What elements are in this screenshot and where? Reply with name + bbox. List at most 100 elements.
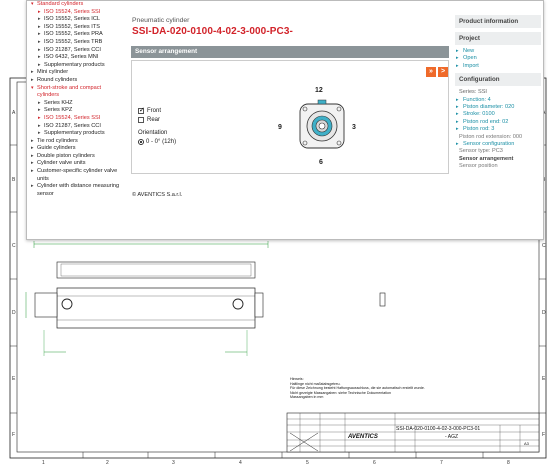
tree-item-label: ISO 15524, Series SSI — [44, 8, 101, 15]
chevron-right-icon: ▸ — [38, 99, 41, 106]
front-checkbox[interactable] — [138, 106, 145, 114]
chevron-down-icon: ▾ — [31, 84, 34, 91]
cylinder-face-icon — [299, 99, 345, 149]
config-label: Function: 4 — [463, 96, 491, 103]
chevron-right-icon: ▸ — [31, 137, 34, 144]
tree-item-series-kpz[interactable]: ▸ Series KPZ — [31, 107, 123, 115]
import-link[interactable]: ▸ Import — [455, 63, 545, 70]
chevron-right-icon: ▸ — [456, 62, 459, 69]
chevron-right-icon: ▸ — [38, 130, 41, 137]
tree-item-customer-specific[interactable]: ▸ Customer-specific cylinder valve units — [31, 168, 123, 183]
tree-item-label: ISO 21287, Series CCI — [44, 122, 101, 129]
tree-item-label: ISO 15524, Series SSI — [44, 114, 101, 121]
chevron-right-icon: ▸ — [38, 31, 41, 38]
tree-item-iso21287-cci[interactable]: ▸ ISO 21287, Series CCI — [31, 47, 123, 55]
front-label: Front — [147, 107, 162, 114]
chevron-right-icon: ▸ — [31, 69, 34, 76]
configuration-header: Configuration — [455, 73, 541, 87]
config-label: Piston rod: 3 — [463, 126, 495, 133]
open-link[interactable]: ▸ Open — [455, 55, 545, 62]
section-header: Sensor arrangement — [131, 46, 449, 58]
configuration-main: Pneumatic cylinder SSI-DA-020-0100-4-02-… — [127, 1, 451, 241]
config-rod-link[interactable]: ▸ Piston rod: 3 — [455, 126, 545, 133]
tree-item-label: Series KPZ — [44, 107, 73, 114]
chevron-right-icon: ▸ — [38, 16, 41, 23]
col-label-2: 2 — [106, 460, 109, 466]
brand-logo: AVENTICS — [348, 434, 378, 440]
chevron-right-icon: ▸ — [38, 114, 41, 121]
tree-item-distance-sensor[interactable]: ▸ Cylinder with distance measuring sensor — [31, 183, 123, 198]
product-category: Pneumatic cylinder — [132, 17, 190, 24]
tree-item-label: Tie rod cylinders — [37, 137, 78, 144]
row-label-c: C — [12, 243, 16, 249]
tree-item-round-cylinders[interactable]: ▸ Round cylinders — [31, 77, 123, 85]
chevron-right-icon: ▸ — [456, 141, 459, 148]
sensor-arrangement-current: Sensor arrangement — [459, 155, 514, 162]
next-button[interactable]: > — [438, 67, 448, 77]
tree-item-cylinder-valve-units[interactable]: ▸ Cylinder valve units — [31, 160, 123, 168]
col-label-3: 3 — [172, 460, 175, 466]
front-option[interactable]: Front — [138, 106, 176, 115]
rear-label: Rear — [147, 116, 161, 123]
rod-extension-value: Piston rod extension: 000 — [459, 133, 523, 140]
orientation-option[interactable]: 0 - 0° (12h) — [138, 137, 176, 146]
tree-item-short-stroke[interactable]: ▾ Short-stroke and compact cylinders — [31, 85, 123, 100]
tree-item-label: Cylinder with distance measuring sensor — [37, 183, 120, 197]
tree-item-iso21287-cci-2[interactable]: ▸ ISO 21287, Series CCI — [31, 123, 123, 131]
tree-item-iso15552-trb[interactable]: ▸ ISO 15552, Series TRB — [31, 39, 123, 47]
row-label-d: D — [12, 310, 16, 316]
tree-item-tie-rod[interactable]: ▸ Tie rod cylinders — [31, 138, 123, 146]
config-label: Stroke: 0100 — [463, 111, 495, 118]
rear-checkbox[interactable] — [138, 116, 144, 123]
skip-forward-button[interactable]: » — [426, 67, 436, 77]
product-info-header[interactable]: Product information — [455, 15, 541, 28]
tree-item-supplementary[interactable]: ▸ Supplementary products — [31, 62, 123, 70]
tree-item-standard-cylinders[interactable]: ▾ Standard cylinders — [31, 1, 123, 9]
chevron-right-icon: ▸ — [38, 8, 41, 15]
tree-item-guide-cylinders[interactable]: ▸ Guide cylinders — [31, 145, 123, 153]
orientation-label: Orientation — [138, 129, 168, 136]
row-label-a: A — [12, 110, 16, 116]
product-tree: ▾ Standard cylinders ▸ ISO 15524, Series S… — [31, 1, 123, 241]
tree-item-supplementary-2[interactable]: ▸ Supplementary products — [31, 130, 123, 138]
sensor-config-link[interactable]: ▸ Sensor configuration — [455, 141, 545, 148]
config-function-link[interactable]: ▸ Function: 4 — [455, 97, 545, 104]
tree-item-label: ISO 21287, Series CCI — [44, 46, 101, 53]
new-label: New — [463, 48, 475, 54]
chevron-right-icon: ▸ — [31, 145, 34, 152]
config-label: Piston diameter: 020 — [463, 104, 515, 111]
chevron-right-icon: ▸ — [38, 23, 41, 30]
config-diameter-link[interactable]: ▸ Piston diameter: 020 — [455, 104, 545, 111]
tree-item-label: Mini cylinder — [37, 69, 69, 76]
project-header: Project — [455, 32, 541, 45]
tree-item-label: ISO 15552, Series ICL — [44, 16, 100, 23]
rear-option[interactable]: Rear — [138, 115, 176, 124]
configuration-list: Series: SSI ▸ Function: 4 ▸ Piston diamete… — [455, 86, 545, 170]
tree-item-iso15552-its[interactable]: ▸ ISO 15552, Series ITS — [31, 24, 123, 32]
chevron-right-icon: ▸ — [38, 46, 41, 53]
tree-item-label: ISO 6432, Series MNI — [44, 54, 99, 61]
tree-item-double-piston[interactable]: ▸ Double piston cylinders — [31, 153, 123, 161]
config-rod-end-link[interactable]: ▸ Piston rod end: 02 — [455, 119, 545, 126]
tree-item-label: ISO 15552, Series TRB — [44, 38, 103, 45]
tree-item-iso15524-ssi[interactable]: ▸ ISO 15524, Series SSI — [31, 9, 123, 17]
chevron-right-icon: ▸ — [31, 183, 34, 190]
tree-item-label: Cylinder valve units — [37, 160, 86, 167]
right-sidebar: Product information Project ▸ New ▸ Open ▸… — [455, 1, 545, 241]
tree-item-iso15552-pra[interactable]: ▸ ISO 15552, Series PRA — [31, 31, 123, 39]
config-stroke-link[interactable]: ▸ Stroke: 0100 — [455, 111, 545, 118]
sensor-arrangement-box: » > Front Rear Orientation 0 - 0° (12h) … — [131, 60, 449, 174]
tree-item-iso6432-mni[interactable]: ▸ ISO 6432, Series MNI — [31, 54, 123, 62]
tree-item-mini-cylinder[interactable]: ▸ Mini cylinder — [31, 69, 123, 77]
series-value: Series: SSI — [459, 89, 487, 96]
tree-item-iso15524-ssi-selected[interactable]: ▸ ISO 15524, Series SSI — [31, 115, 123, 123]
new-link[interactable]: ▸ New — [455, 48, 545, 55]
tree-item-label: Series KHZ — [44, 99, 73, 106]
tree-item-iso15552-icl[interactable]: ▸ ISO 15552, Series ICL — [31, 16, 123, 24]
tree-item-series-khz[interactable]: ▸ Series KHZ — [31, 100, 123, 108]
product-code: SSI-DA-020-0100-4-02-3-000-PC3- — [132, 26, 293, 37]
chevron-right-icon: ▸ — [31, 160, 34, 167]
orientation-radio[interactable] — [138, 138, 144, 145]
col-label-7: 7 — [440, 460, 443, 466]
chevron-right-icon: ▸ — [38, 54, 41, 61]
